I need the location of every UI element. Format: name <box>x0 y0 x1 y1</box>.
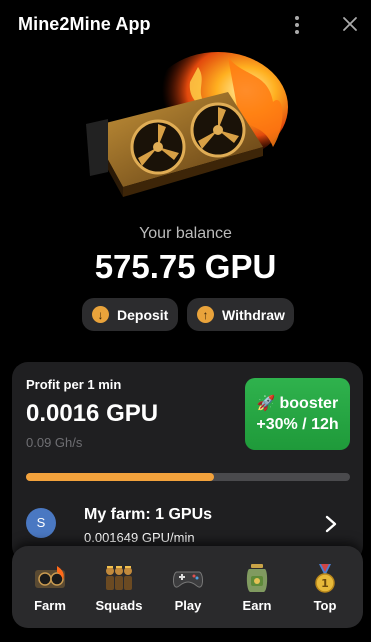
mining-progress-fill <box>26 473 214 481</box>
nav-item-farm[interactable]: Farm <box>20 556 80 620</box>
gpu-fire-illustration <box>86 52 288 197</box>
gpu-icon <box>35 566 65 588</box>
arrow-up-icon: ↑ <box>197 306 214 323</box>
withdraw-button[interactable]: ↑ Withdraw <box>187 298 294 331</box>
profit-card: Profit per 1 min 0.0016 GPU 0.09 Gh/s 🚀 b… <box>12 362 363 562</box>
booster-button[interactable]: 🚀 booster +30% / 12h <box>245 378 350 450</box>
close-icon[interactable] <box>340 14 360 34</box>
withdraw-label: Withdraw <box>222 306 285 323</box>
deposit-button[interactable]: ↓ Deposit <box>82 298 178 331</box>
nav-item-top[interactable]: 1 Top <box>295 556 355 620</box>
medal-icon: 1 <box>315 564 335 593</box>
nav-label-squads: Squads <box>95 598 143 613</box>
nav-item-earn[interactable]: Earn <box>227 556 287 620</box>
my-farm-row[interactable]: S My farm: 1 GPUs 0.001649 GPU/min <box>26 504 350 550</box>
nav-item-squads[interactable]: Squads <box>89 556 149 620</box>
arrow-down-icon: ↓ <box>92 306 109 323</box>
rocket-icon: 🚀 <box>256 395 276 412</box>
bottom-nav: Farm Squads Play Earn 1 Top <box>12 546 363 628</box>
gamepad-icon <box>173 571 203 588</box>
app-title: Mine2Mine App <box>18 14 151 34</box>
more-options-icon[interactable] <box>290 14 304 36</box>
balance-value: 575.75 GPU <box>94 248 277 285</box>
booster-bonus: +30% / 12h <box>256 416 339 433</box>
svg-text:1: 1 <box>321 577 329 590</box>
nav-item-play[interactable]: Play <box>158 556 218 620</box>
booster-label: booster <box>279 395 339 412</box>
nav-label-play: Play <box>174 598 202 613</box>
nav-label-earn: Earn <box>242 598 272 613</box>
hashrate-value: 0.09 Gh/s <box>26 435 83 450</box>
chevron-right-icon <box>325 515 337 533</box>
farm-rate: 0.001649 GPU/min <box>84 530 195 545</box>
app-header: Mine2Mine App <box>0 0 371 50</box>
mining-progress-bar <box>26 473 350 481</box>
avatar: S <box>26 508 56 538</box>
balance-label: Your balance <box>139 225 232 242</box>
deposit-label: Deposit <box>117 306 169 323</box>
profit-label: Profit per 1 min <box>26 377 122 392</box>
miners-icon <box>106 566 132 590</box>
profit-value: 0.0016 GPU <box>26 400 159 427</box>
nav-label-farm: Farm <box>34 598 66 613</box>
farm-title: My farm: 1 GPUs <box>84 506 213 523</box>
nav-label-top: Top <box>313 598 337 613</box>
money-jar-icon <box>246 564 268 592</box>
